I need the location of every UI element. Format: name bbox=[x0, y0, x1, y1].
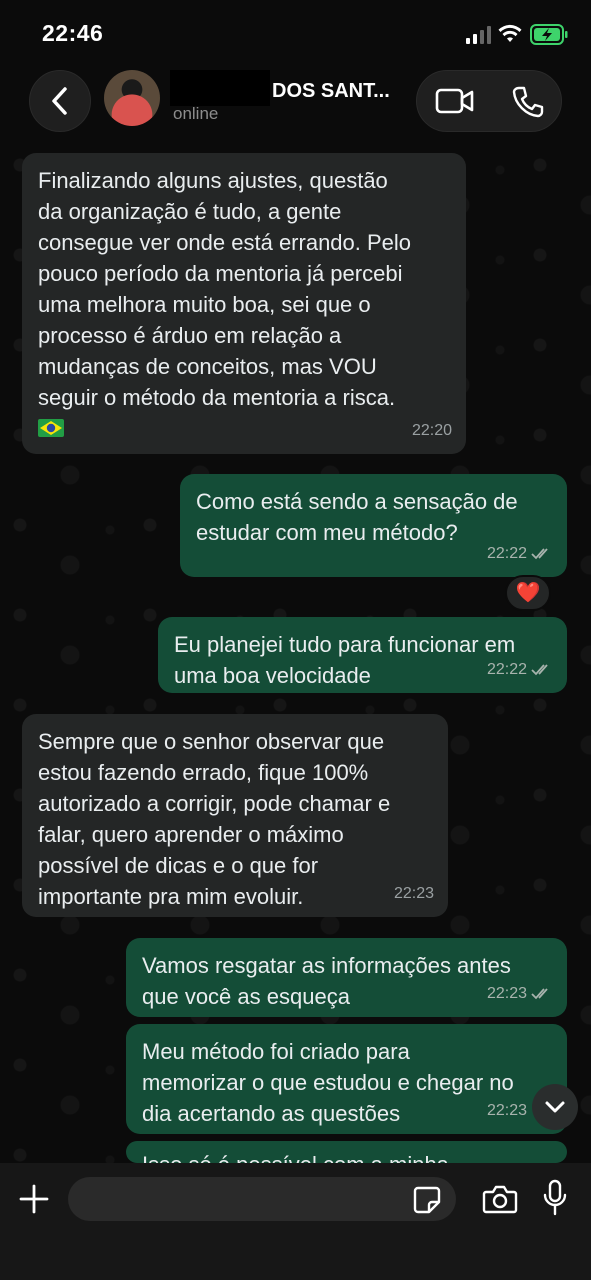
message-time: 22:23 bbox=[393, 885, 434, 902]
message-meta: 22:20 bbox=[412, 415, 452, 446]
battery-charging-icon bbox=[530, 24, 568, 45]
message-text: Sempre que o senhor observar que estou f… bbox=[38, 729, 391, 909]
message-bubble-incoming[interactable]: Finalizando alguns ajustes, questão da o… bbox=[22, 153, 466, 454]
read-receipt-icon bbox=[531, 663, 548, 675]
message-meta: 22:23 bbox=[487, 978, 553, 1009]
message-text: Isso só é possível com a minha bbox=[142, 1149, 551, 1163]
chevron-down-icon bbox=[545, 1101, 565, 1113]
message-time: 22:20 bbox=[411, 422, 452, 439]
message-time: 22:22 bbox=[486, 661, 527, 678]
brazil-flag-icon bbox=[38, 419, 64, 437]
status-bar: 22:46 bbox=[0, 0, 591, 64]
call-actions bbox=[416, 70, 562, 132]
read-receipt-icon bbox=[531, 987, 548, 999]
contact-status: online bbox=[173, 104, 219, 123]
back-button[interactable] bbox=[29, 70, 91, 132]
message-time: 22:23 bbox=[486, 985, 527, 1002]
composer-bar bbox=[0, 1163, 591, 1280]
message-bubble-outgoing[interactable]: Como está sendo a sensação de estudar co… bbox=[180, 474, 567, 577]
message-meta: 22:22 bbox=[487, 654, 553, 685]
message-bubble-outgoing[interactable]: Vamos resgatar as informações antes que … bbox=[126, 938, 567, 1017]
message-input[interactable] bbox=[68, 1177, 456, 1221]
microphone-icon[interactable] bbox=[542, 1179, 568, 1217]
wifi-icon bbox=[498, 24, 522, 42]
chevron-left-icon bbox=[52, 87, 67, 115]
message-bubble-outgoing[interactable]: Eu planejei tudo para funcionar em uma b… bbox=[158, 617, 567, 693]
message-time: 22:22 bbox=[486, 545, 527, 562]
status-time: 22:46 bbox=[42, 20, 104, 46]
camera-icon[interactable] bbox=[482, 1183, 518, 1215]
message-time: 22:23 bbox=[486, 1102, 527, 1119]
phone-call-icon[interactable] bbox=[511, 85, 545, 119]
sticker-icon[interactable] bbox=[412, 1185, 442, 1215]
message-bubble-outgoing[interactable]: Meu método foi criado para memorizar o q… bbox=[126, 1024, 567, 1134]
message-meta: 22:23 bbox=[394, 878, 434, 909]
plus-icon[interactable] bbox=[18, 1183, 50, 1215]
message-meta: 22:23 bbox=[487, 1095, 527, 1126]
reaction-badge[interactable]: ❤️ bbox=[505, 575, 551, 611]
video-call-icon[interactable] bbox=[435, 85, 475, 117]
scroll-to-bottom-button[interactable] bbox=[532, 1084, 578, 1130]
read-receipt-icon bbox=[531, 547, 548, 559]
message-bubble-incoming[interactable]: Sempre que o senhor observar que estou f… bbox=[22, 714, 448, 917]
heart-reaction-icon: ❤️ bbox=[515, 582, 541, 604]
message-meta: 22:22 bbox=[487, 538, 553, 569]
avatar[interactable] bbox=[104, 70, 160, 126]
message-bubble-outgoing[interactable]: Isso só é possível com a minha bbox=[126, 1141, 567, 1163]
contact-name[interactable]: DOS SANT... bbox=[272, 80, 390, 103]
signal-icon bbox=[466, 26, 491, 44]
redacted-name-block bbox=[170, 70, 270, 106]
chat-header: DOS SANT... online bbox=[0, 64, 591, 146]
message-text: Finalizando alguns ajustes, questão da o… bbox=[38, 168, 412, 410]
